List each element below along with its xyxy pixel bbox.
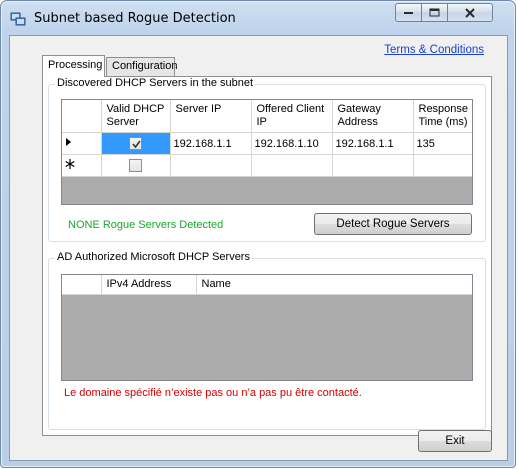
col-server-ip[interactable]: Server IP [170,100,252,133]
current-row-arrow-icon [62,132,102,155]
terms-link[interactable]: Terms & Conditions [384,44,484,56]
discovered-servers-group: Discovered DHCP Servers in the subnet Va… [48,77,486,242]
grid-header-row: Valid DHCP Server Server IP Offered Clie… [62,100,472,133]
minimize-button[interactable] [395,3,422,22]
server-ip-cell[interactable] [170,154,252,177]
discovered-servers-grid[interactable]: Valid DHCP Server Server IP Offered Clie… [61,99,473,205]
client-area: Terms & Conditions Processing Configurat… [9,35,508,461]
response-time-cell[interactable]: 135 [413,132,472,155]
checkmark-icon [132,140,141,149]
close-window-button[interactable] [448,3,493,22]
col-offered-client-ip[interactable]: Offered Client IP [251,100,333,133]
window-title: Subnet based Rogue Detection [34,11,236,26]
authorized-servers-group: AD Authorized Microsoft DHCP Servers IPv… [48,251,486,430]
tab-processing[interactable]: Processing [42,55,105,77]
grid-header-row: IPv4 Address Name [62,275,472,295]
row-header-corner [62,275,102,295]
network-connection-icon [10,11,26,27]
rogue-status-text: NONE Rogue Servers Detected [68,219,224,231]
new-row-asterisk-icon [62,154,102,177]
domain-error-text: Le domaine spécifié n’existe pas ou n’a … [64,387,362,399]
server-ip-cell[interactable]: 192.168.1.1 [170,132,252,155]
detect-rogue-servers-button[interactable]: Detect Rogue Servers [314,213,472,235]
valid-dhcp-cell[interactable] [101,132,171,155]
offered-ip-cell[interactable]: 192.168.1.10 [251,132,333,155]
valid-dhcp-checkbox[interactable] [129,137,142,150]
valid-dhcp-cell[interactable] [101,154,171,177]
discovered-group-title: Discovered DHCP Servers in the subnet [55,77,256,89]
table-row[interactable] [62,154,472,177]
valid-dhcp-checkbox[interactable] [129,159,142,172]
table-row[interactable]: 192.168.1.1 192.168.1.10 192.168.1.1 135 [62,132,472,155]
row-header-corner [62,100,102,133]
col-name[interactable]: Name [196,275,472,295]
gateway-cell[interactable] [332,154,414,177]
col-gateway-address[interactable]: Gateway Address [332,100,414,133]
tab-configuration-label: Configuration [112,60,178,72]
authorized-servers-grid[interactable]: IPv4 Address Name [61,274,473,381]
col-ipv4-address[interactable]: IPv4 Address [101,275,197,295]
close-icon [465,7,475,18]
offered-ip-cell[interactable] [251,154,333,177]
exit-button[interactable]: Exit [418,430,492,452]
col-valid-dhcp[interactable]: Valid DHCP Server [101,100,171,133]
title-bar[interactable]: Subnet based Rogue Detection [1,1,515,35]
processing-panel: Discovered DHCP Servers in the subnet Va… [42,76,492,436]
minimize-icon [403,11,413,14]
tab-configuration[interactable]: Configuration [106,57,178,76]
response-time-cell[interactable] [413,154,472,177]
authorized-group-title: AD Authorized Microsoft DHCP Servers [55,251,252,263]
tab-processing-label: Processing [48,59,103,71]
maximize-icon [429,8,439,16]
app-window: Subnet based Rogue Detection Terms & Con… [0,0,516,468]
gateway-cell[interactable]: 192.168.1.1 [332,132,414,155]
col-response-time[interactable]: Response Time (ms) [413,100,472,133]
maximize-button[interactable] [422,3,448,22]
